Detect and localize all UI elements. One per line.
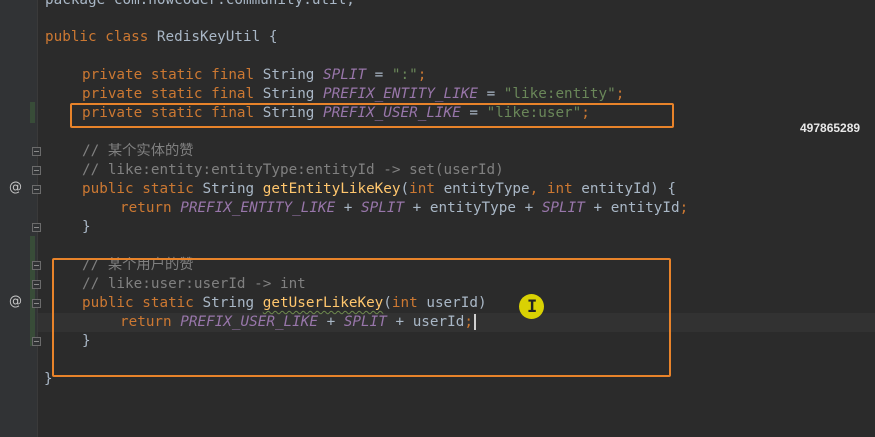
comment: // 某个实体的赞 — [82, 143, 194, 159]
code-line-entity-return: return PREFIX_ENTITY_LIKE + SPLIT + enti… — [120, 200, 689, 216]
change-marker — [30, 102, 35, 123]
string-literal: ":" — [391, 67, 418, 83]
code-line-package: package com.nowcoder.community.util; — [45, 0, 355, 10]
text-cursor-icon: I — [527, 297, 538, 317]
string-literal: "like:entity" — [503, 86, 616, 102]
code-line-comment: // like:entity:entityType:entityId -> se… — [82, 161, 504, 180]
keyword: public — [45, 29, 97, 45]
code-line-entity-method: public static String getEntityLikeKey(in… — [82, 181, 676, 197]
constant-name: SPLIT — [361, 200, 405, 216]
package-text: package com.nowcoder.community.util; — [45, 0, 355, 8]
method-name: getEntityLikeKey — [262, 181, 401, 197]
type-name: String — [262, 67, 315, 83]
keyword: private static final — [82, 67, 255, 83]
code-line-close-brace: } — [82, 219, 91, 235]
implementation-marker-icon[interactable]: @ — [9, 180, 22, 195]
overlay-number: 497865289 — [800, 121, 861, 135]
highlight-box-user-method — [52, 258, 671, 377]
editor-gutter: @ @ — [0, 0, 41, 437]
comment: // like:entity:entityType:entityId -> se… — [82, 162, 504, 178]
class-name: RedisKeyUtil — [156, 29, 261, 45]
highlight-box-user-prefix — [70, 103, 674, 128]
type-name: String — [262, 86, 315, 102]
parameter: entityType — [429, 200, 516, 216]
type-name: String — [202, 181, 255, 197]
parameter: entityId — [581, 181, 651, 197]
code-line-comment: // 某个实体的赞 — [82, 142, 194, 161]
constant-name: SPLIT — [323, 67, 367, 83]
parameter: entityType — [443, 181, 530, 197]
constant-name: SPLIT — [541, 200, 585, 216]
keyword: private static final — [82, 86, 255, 102]
change-marker — [30, 236, 35, 346]
code-line-class: public class RedisKeyUtil { — [45, 28, 277, 47]
constant-name: PREFIX_ENTITY_LIKE — [180, 200, 336, 216]
code-line-entity-prefix: private static final String PREFIX_ENTIT… — [82, 86, 625, 102]
code-line-split: private static final String SPLIT = ":"; — [82, 67, 427, 83]
mouse-cursor-indicator: I — [519, 294, 544, 319]
parameter: entityId — [610, 200, 680, 216]
implementation-marker-icon[interactable]: @ — [9, 294, 22, 309]
keyword: int — [546, 181, 573, 197]
brace: { — [260, 29, 278, 45]
keyword: return — [120, 200, 172, 216]
constant-name: PREFIX_ENTITY_LIKE — [323, 86, 478, 102]
keyword: int — [409, 181, 435, 197]
keyword: public static — [82, 181, 194, 197]
keyword: class — [105, 29, 149, 45]
